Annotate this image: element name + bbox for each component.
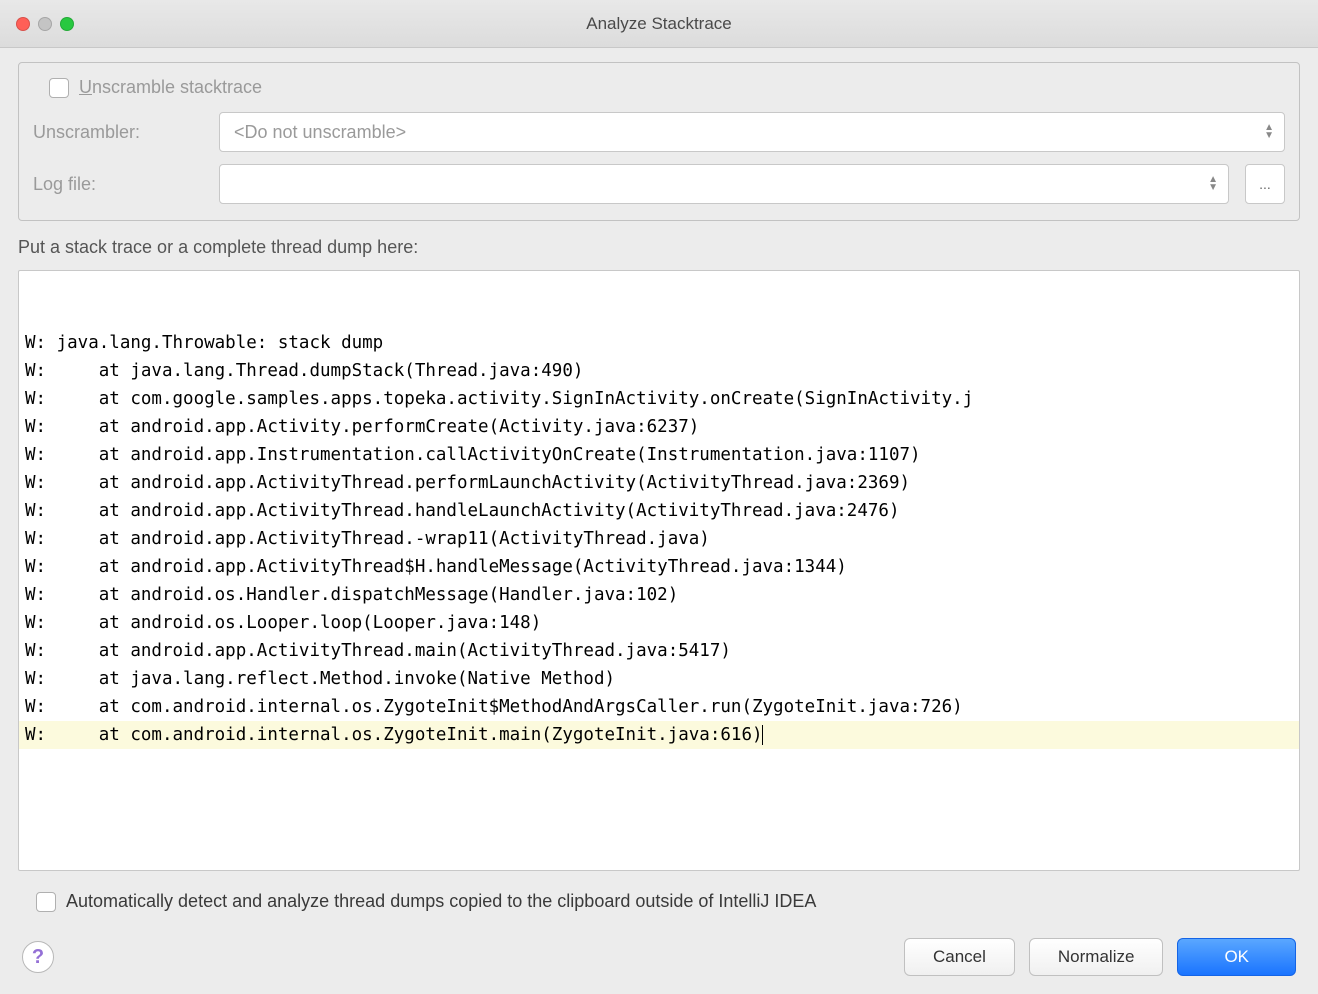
- stacktrace-line: W: at android.app.ActivityThread.-wrap11…: [19, 525, 1299, 553]
- unscrambler-value: <Do not unscramble>: [234, 122, 406, 143]
- stacktrace-line: W: at android.app.ActivityThread.main(Ac…: [19, 637, 1299, 665]
- unscramble-checkbox-label: Unscramble stacktrace: [79, 77, 262, 98]
- button-bar: ? Cancel Normalize OK: [18, 938, 1300, 976]
- window-controls: [16, 17, 74, 31]
- stacktrace-line: W: at android.os.Looper.loop(Looper.java…: [19, 609, 1299, 637]
- browse-button[interactable]: ...: [1245, 164, 1285, 204]
- auto-detect-label: Automatically detect and analyze thread …: [66, 891, 816, 912]
- stacktrace-line: W: at android.app.Activity.performCreate…: [19, 413, 1299, 441]
- stacktrace-line: W: at com.android.internal.os.ZygoteInit…: [19, 693, 1299, 721]
- normalize-button[interactable]: Normalize: [1029, 938, 1164, 976]
- text-cursor: [762, 725, 764, 745]
- stacktrace-line: W: at android.app.ActivityThread$H.handl…: [19, 553, 1299, 581]
- dialog-content: Unscramble stacktrace Unscrambler: <Do n…: [0, 48, 1318, 994]
- stacktrace-line: W: at android.app.Instrumentation.callAc…: [19, 441, 1299, 469]
- stacktrace-line: W: at com.android.internal.os.ZygoteInit…: [19, 721, 1299, 749]
- chevron-updown-icon: ▲▼: [1264, 124, 1274, 140]
- instruction-label: Put a stack trace or a complete thread d…: [18, 237, 1300, 258]
- zoom-icon[interactable]: [60, 17, 74, 31]
- unscrambler-row: Unscrambler: <Do not unscramble> ▲▼: [33, 112, 1285, 152]
- minimize-icon[interactable]: [38, 17, 52, 31]
- help-button[interactable]: ?: [22, 941, 54, 973]
- logfile-input[interactable]: ▲▼: [219, 164, 1229, 204]
- unscrambler-select[interactable]: <Do not unscramble> ▲▼: [219, 112, 1285, 152]
- logfile-label: Log file:: [33, 174, 203, 195]
- ok-button[interactable]: OK: [1177, 938, 1296, 976]
- close-icon[interactable]: [16, 17, 30, 31]
- stacktrace-line: W: java.lang.Throwable: stack dump: [19, 329, 1299, 357]
- stacktrace-line: W: at java.lang.reflect.Method.invoke(Na…: [19, 665, 1299, 693]
- unscrambler-label: Unscrambler:: [33, 122, 203, 143]
- auto-detect-checkbox[interactable]: [36, 892, 56, 912]
- auto-detect-row: Automatically detect and analyze thread …: [36, 891, 1300, 912]
- chevron-updown-icon: ▲▼: [1208, 176, 1218, 192]
- logfile-row: Log file: ▲▼ ...: [33, 164, 1285, 204]
- stacktrace-line: W: at android.app.ActivityThread.perform…: [19, 469, 1299, 497]
- help-icon: ?: [32, 946, 44, 969]
- unscramble-checkbox[interactable]: [49, 78, 69, 98]
- stacktrace-line: W: at com.google.samples.apps.topeka.act…: [19, 385, 1299, 413]
- cancel-button[interactable]: Cancel: [904, 938, 1015, 976]
- stacktrace-line: W: at java.lang.Thread.dumpStack(Thread.…: [19, 357, 1299, 385]
- stacktrace-line: W: at android.os.Handler.dispatchMessage…: [19, 581, 1299, 609]
- unscramble-checkbox-label-rest: nscramble stacktrace: [92, 77, 262, 97]
- unscramble-frame: Unscramble stacktrace Unscrambler: <Do n…: [18, 62, 1300, 221]
- stacktrace-textarea[interactable]: W: java.lang.Throwable: stack dumpW: at …: [18, 270, 1300, 871]
- window-title: Analyze Stacktrace: [586, 14, 732, 34]
- unscramble-checkbox-row: Unscramble stacktrace: [49, 77, 1285, 98]
- titlebar: Analyze Stacktrace: [0, 0, 1318, 48]
- stacktrace-line: W: at android.app.ActivityThread.handleL…: [19, 497, 1299, 525]
- analyze-stacktrace-dialog: Analyze Stacktrace Unscramble stacktrace…: [0, 0, 1318, 994]
